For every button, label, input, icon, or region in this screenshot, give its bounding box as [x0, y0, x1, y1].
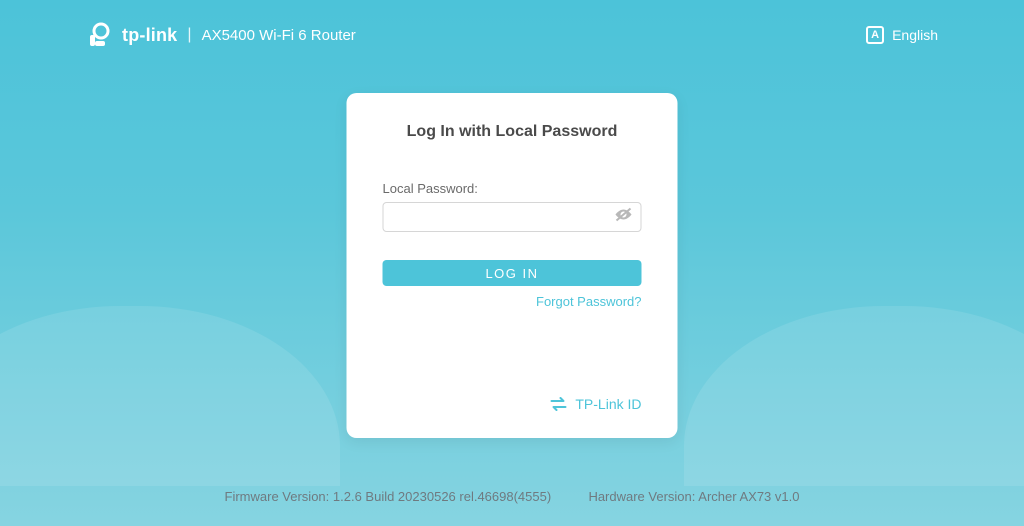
- switch-icon: [549, 397, 567, 411]
- footer: Firmware Version: 1.2.6 Build 20230526 r…: [0, 489, 1024, 504]
- login-title: Log In with Local Password: [383, 123, 642, 141]
- forgot-password-link[interactable]: Forgot Password?: [383, 294, 642, 309]
- tplink-id-link[interactable]: TP-Link ID: [383, 396, 642, 420]
- firmware-label: Firmware Version:: [225, 489, 330, 504]
- login-button[interactable]: LOG IN: [383, 260, 642, 286]
- language-selector[interactable]: A English: [866, 26, 938, 44]
- model-name: AX5400 Wi-Fi 6 Router: [202, 27, 356, 44]
- header-divider: |: [177, 26, 201, 44]
- cloud-decoration: [0, 306, 340, 486]
- header-left: tp-link | AX5400 Wi-Fi 6 Router: [86, 22, 356, 48]
- hardware-version: Archer AX73 v1.0: [698, 489, 799, 504]
- page-header: tp-link | AX5400 Wi-Fi 6 Router A Englis…: [86, 22, 938, 48]
- cloud-decoration: [684, 306, 1024, 486]
- firmware-version: 1.2.6 Build 20230526 rel.46698(4555): [333, 489, 551, 504]
- brand-name: tp-link: [122, 25, 177, 46]
- password-input-wrap: [383, 202, 642, 232]
- login-card: Log In with Local Password Local Passwor…: [347, 93, 678, 438]
- password-input[interactable]: [383, 202, 642, 232]
- tplink-id-label: TP-Link ID: [575, 396, 641, 412]
- language-label: English: [892, 27, 938, 43]
- eye-slash-icon[interactable]: [614, 207, 634, 228]
- hardware-label: Hardware Version:: [588, 489, 695, 504]
- language-icon: A: [866, 26, 884, 44]
- password-label: Local Password:: [383, 181, 642, 196]
- brand-logo: tp-link: [86, 22, 177, 48]
- tplink-logo-icon: [86, 22, 112, 48]
